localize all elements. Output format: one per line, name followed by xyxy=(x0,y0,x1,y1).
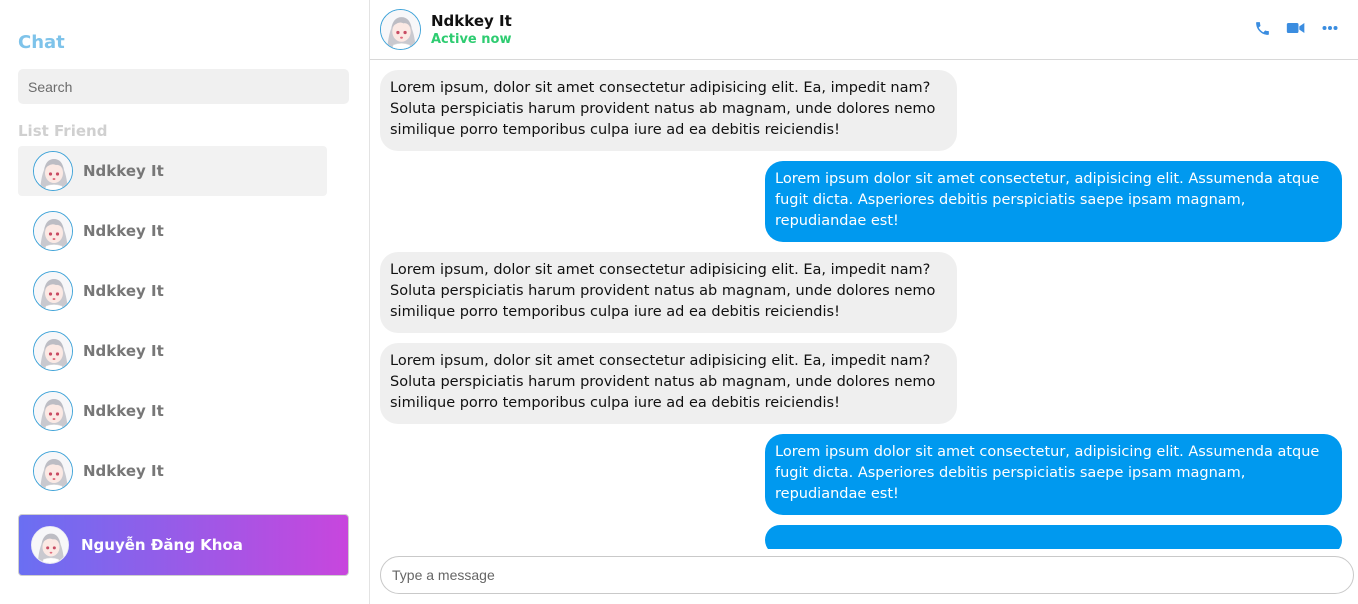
chat-app: Chat List Friend Ndkkey It Ndkkey It Ndk… xyxy=(0,0,1358,604)
avatar xyxy=(33,391,73,431)
current-user-card[interactable]: Nguyễn Đăng Khoa xyxy=(18,514,349,576)
friend-name: Ndkkey It xyxy=(83,402,164,420)
header-actions xyxy=(1252,18,1340,38)
app-title: Chat xyxy=(18,32,65,53)
avatar xyxy=(33,271,73,311)
search-input[interactable] xyxy=(18,69,349,104)
outgoing-message: Lorem ipsum dolor sit amet consectetur, … xyxy=(765,161,1342,242)
contact-info: Ndkkey It Active now xyxy=(431,12,512,47)
video-camera-icon[interactable] xyxy=(1286,18,1306,38)
avatar xyxy=(33,331,73,371)
friend-list: Ndkkey It Ndkkey It Ndkkey It Ndkkey It … xyxy=(18,146,351,496)
chat-panel: Ndkkey It Active now Lorem ipsum, dolor … xyxy=(370,0,1358,604)
friend-item[interactable]: Ndkkey It xyxy=(18,386,327,436)
outgoing-message-partial xyxy=(765,525,1342,549)
friend-item[interactable]: Ndkkey It xyxy=(18,206,327,256)
chat-header: Ndkkey It Active now xyxy=(370,0,1358,60)
avatar xyxy=(33,451,73,491)
incoming-message: Lorem ipsum, dolor sit amet consectetur … xyxy=(380,252,957,333)
incoming-message: Lorem ipsum, dolor sit amet consectetur … xyxy=(380,343,957,424)
composer xyxy=(380,556,1354,594)
friend-name: Ndkkey It xyxy=(83,282,164,300)
friend-item[interactable]: Ndkkey It xyxy=(18,266,327,316)
friend-list-title: List Friend xyxy=(18,122,108,140)
outgoing-message: Lorem ipsum dolor sit amet consectetur, … xyxy=(765,434,1342,515)
friend-item[interactable]: Ndkkey It xyxy=(18,326,327,376)
avatar xyxy=(33,151,73,191)
message-input[interactable] xyxy=(380,556,1354,594)
friend-name: Ndkkey It xyxy=(83,462,164,480)
more-icon[interactable] xyxy=(1320,18,1340,38)
friend-item[interactable]: Ndkkey It xyxy=(18,146,327,196)
friend-item[interactable]: Ndkkey It xyxy=(18,446,327,496)
user-avatar xyxy=(31,526,69,564)
message-list: Lorem ipsum, dolor sit amet consectetur … xyxy=(370,61,1358,549)
current-user-name: Nguyễn Đăng Khoa xyxy=(81,536,243,554)
friend-name: Ndkkey It xyxy=(83,162,164,180)
contact-avatar[interactable] xyxy=(380,9,421,50)
incoming-message: Lorem ipsum, dolor sit amet consectetur … xyxy=(380,70,957,151)
friend-name: Ndkkey It xyxy=(83,342,164,360)
sidebar: Chat List Friend Ndkkey It Ndkkey It Ndk… xyxy=(0,0,370,604)
avatar xyxy=(33,211,73,251)
friend-name: Ndkkey It xyxy=(83,222,164,240)
contact-name: Ndkkey It xyxy=(431,12,512,30)
status-text: Active now xyxy=(431,32,512,47)
phone-icon[interactable] xyxy=(1252,18,1272,38)
